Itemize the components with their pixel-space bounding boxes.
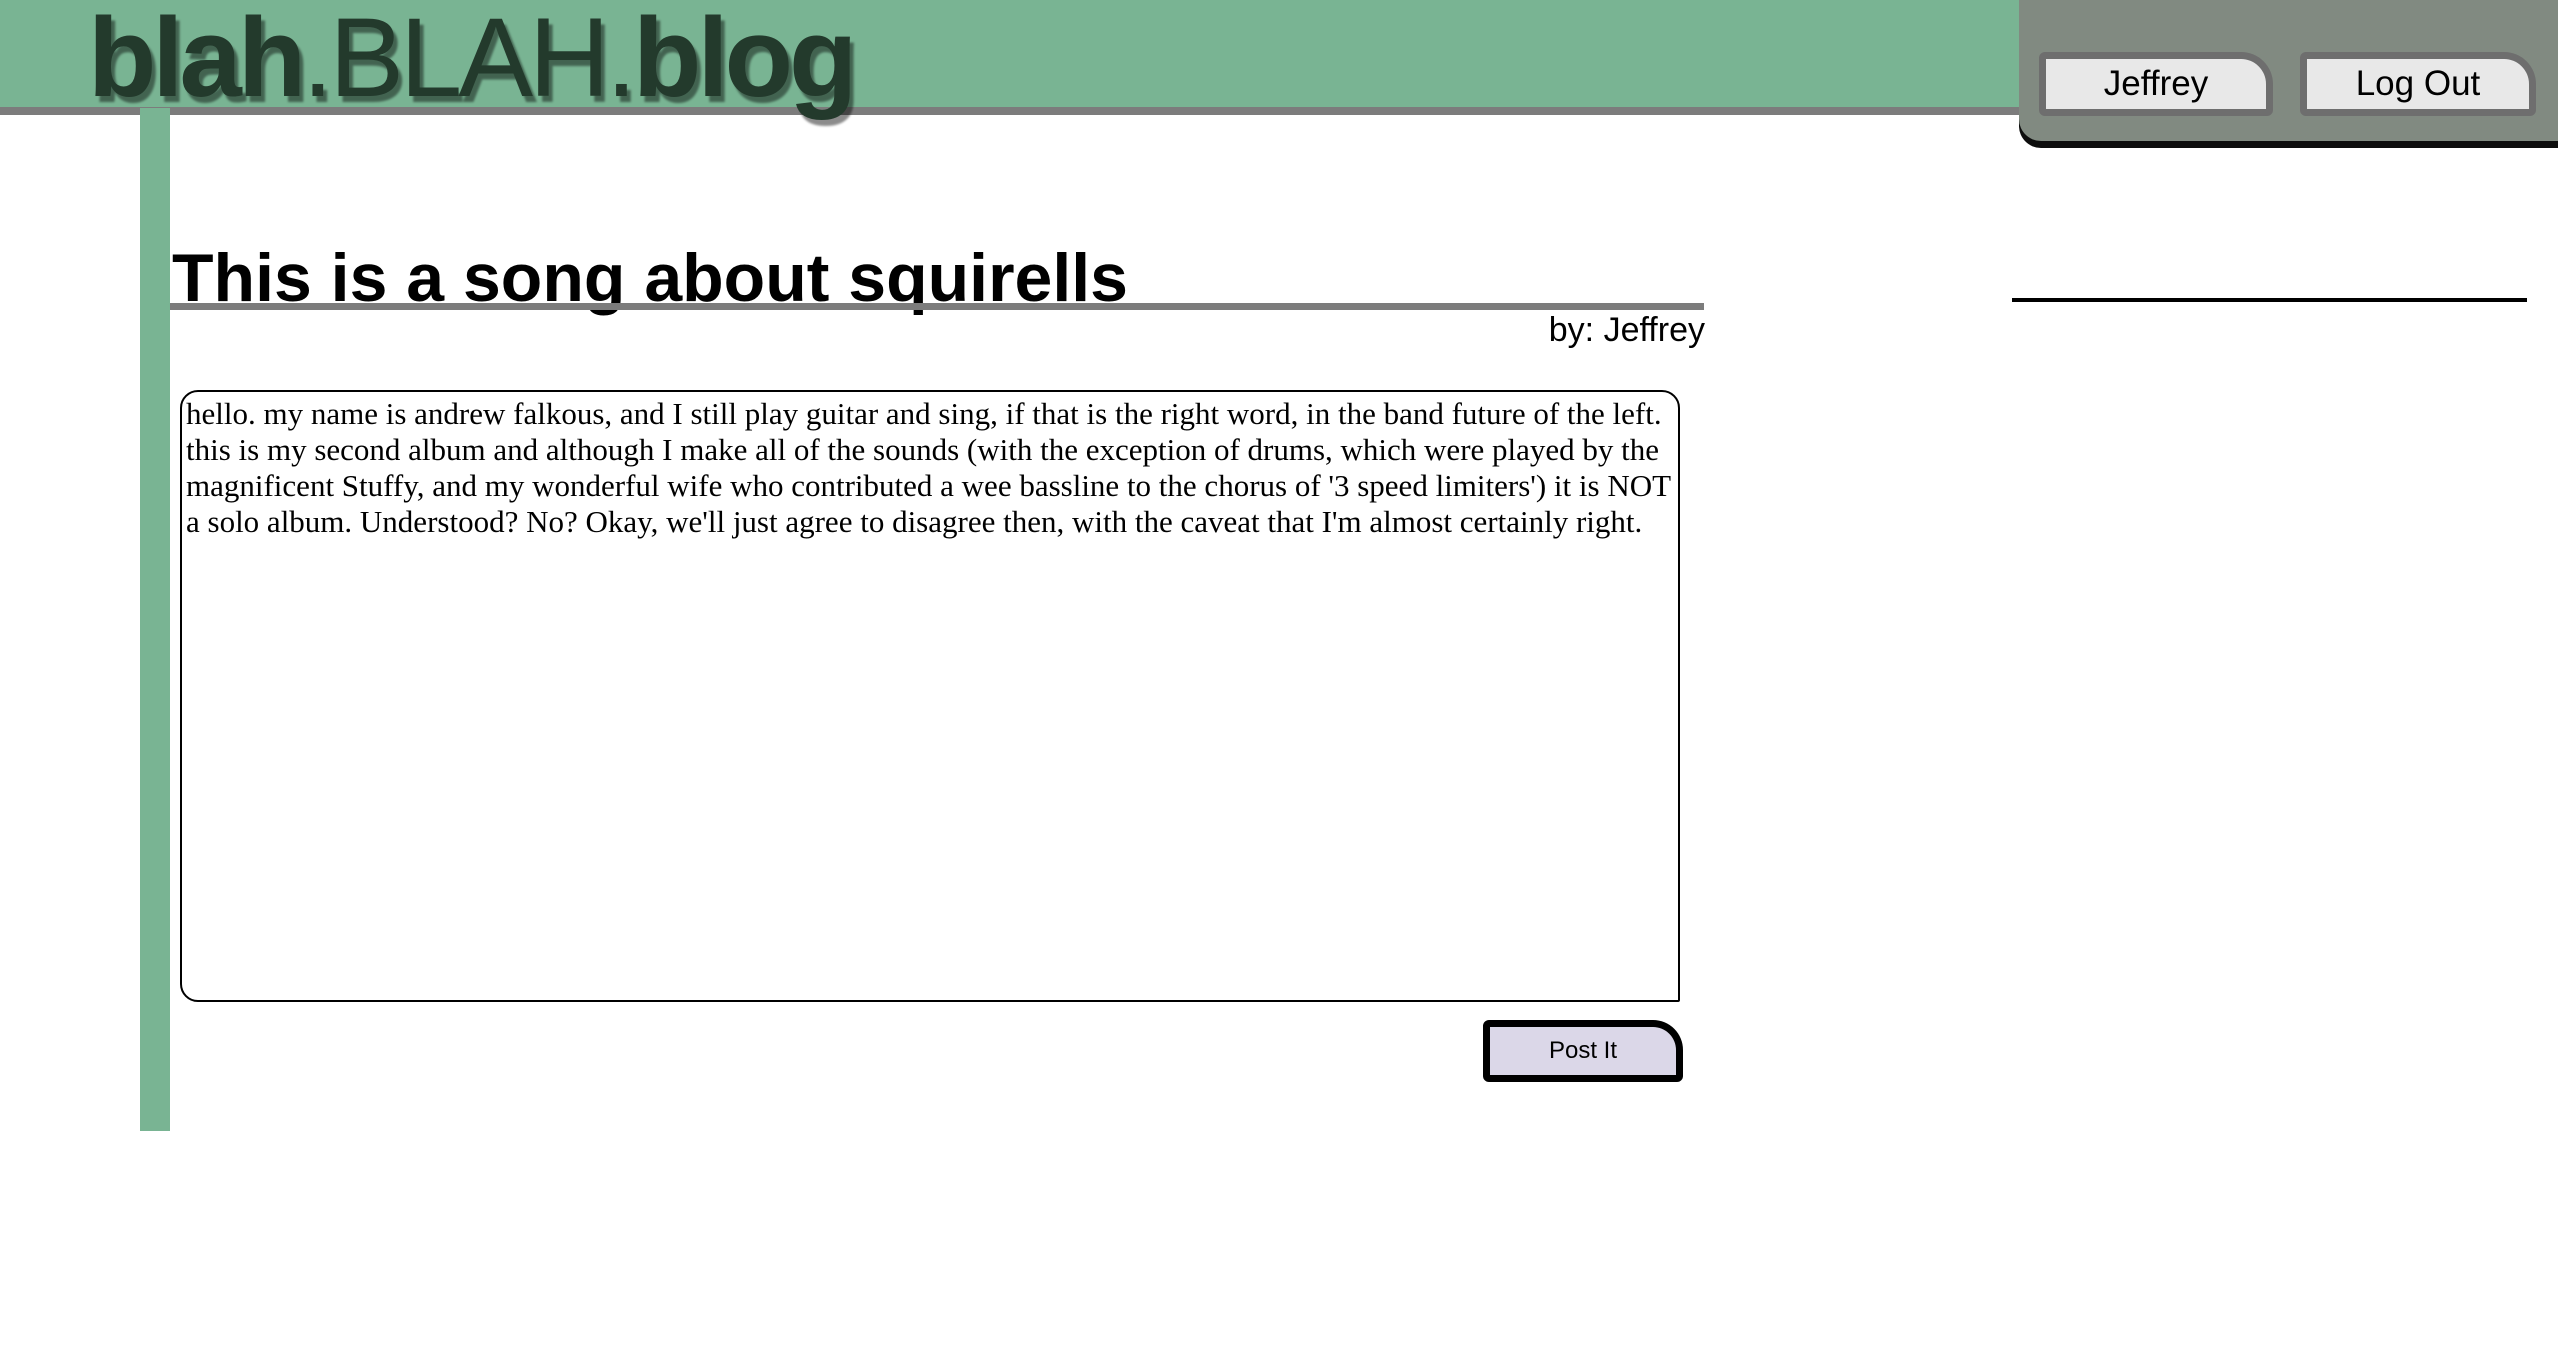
page: blah.BLAH.blog Jeffrey Log Out This is a… — [0, 0, 2558, 1356]
site-logo-part: blah — [88, 0, 306, 120]
post-byline: by: Jeffrey — [1548, 311, 1705, 349]
title-divider — [170, 303, 1704, 310]
post-body-input[interactable]: hello. my name is andrew falkous, and I … — [180, 390, 1680, 1002]
logout-button[interactable]: Log Out — [2300, 52, 2536, 116]
site-logo[interactable]: blah.BLAH.blog — [88, 0, 857, 124]
user-profile-button[interactable]: Jeffrey — [2039, 52, 2273, 116]
site-logo-part: blog — [633, 0, 857, 120]
sidebar-divider — [2012, 298, 2527, 302]
site-logo-part: .BLAH. — [302, 0, 637, 120]
post-it-button[interactable]: Post It — [1483, 1020, 1683, 1082]
left-accent-stripe — [140, 108, 170, 1131]
